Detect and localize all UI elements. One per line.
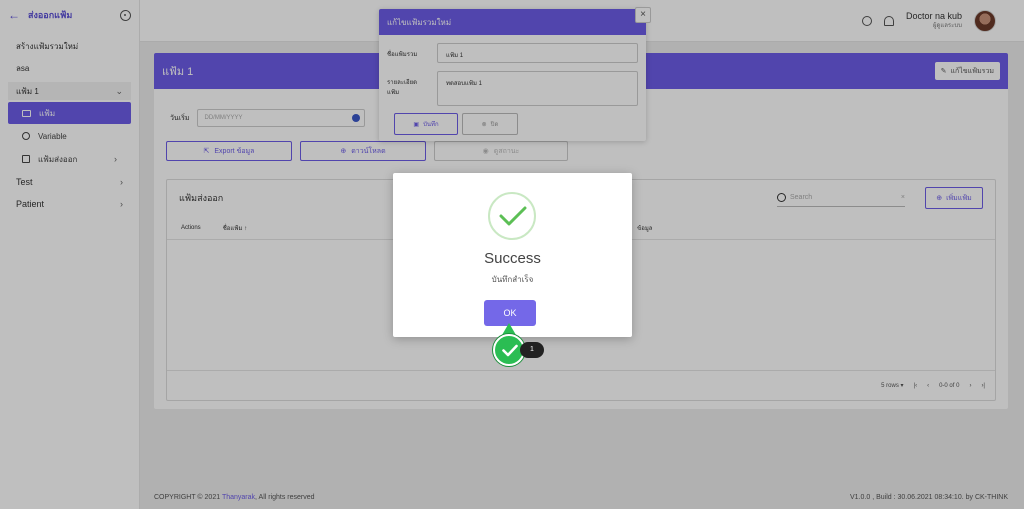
- success-title: Success: [484, 250, 541, 267]
- step-number-badge: 1: [520, 342, 544, 358]
- success-check-icon: [488, 192, 536, 240]
- success-dialog: Success บันทึกสำเร็จ OK: [393, 173, 632, 337]
- success-message: บันทึกสำเร็จ: [491, 275, 534, 284]
